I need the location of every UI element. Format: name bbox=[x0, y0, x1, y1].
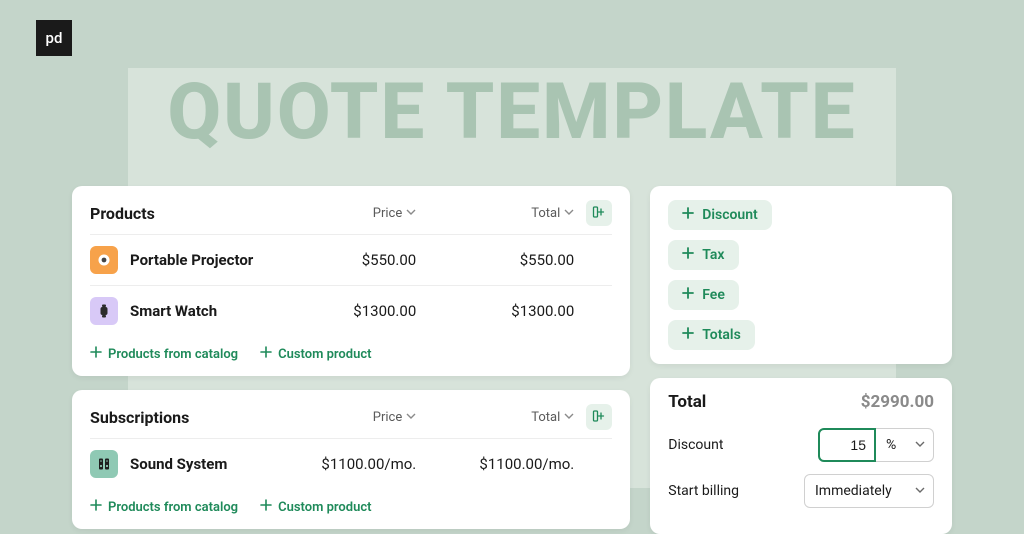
add-discount-button[interactable]: Discount bbox=[668, 200, 772, 230]
discount-input[interactable] bbox=[818, 428, 876, 462]
right-column: Discount Tax Fee Totals Total $2990.00 D… bbox=[650, 186, 952, 534]
products-from-catalog-button[interactable]: Products from catalog bbox=[90, 346, 238, 362]
products-header: Products Price Total bbox=[90, 200, 612, 234]
total-label: Total bbox=[668, 392, 706, 412]
table-row[interactable]: Smart Watch $1300.00 $1300.00 bbox=[90, 285, 612, 336]
subscriptions-total-column[interactable]: Total bbox=[424, 410, 574, 425]
chevron-down-icon bbox=[564, 410, 574, 425]
product-name: Sound System bbox=[130, 455, 227, 473]
chevron-down-icon bbox=[406, 410, 416, 425]
subscriptions-title: Subscriptions bbox=[90, 408, 278, 427]
subscriptions-card: Subscriptions Price Total bbox=[72, 390, 630, 529]
plus-icon bbox=[682, 327, 694, 343]
products-total-column[interactable]: Total bbox=[424, 206, 574, 221]
add-column-button[interactable] bbox=[586, 200, 612, 226]
add-column-icon bbox=[592, 408, 606, 427]
plus-icon bbox=[260, 346, 272, 362]
chevron-down-icon bbox=[564, 206, 574, 221]
plus-icon bbox=[90, 346, 102, 362]
table-row[interactable]: Sound System $1100.00/mo. $1100.00/mo. bbox=[90, 438, 612, 489]
add-totals-button[interactable]: Totals bbox=[668, 320, 755, 350]
total-value: $2990.00 bbox=[861, 392, 934, 412]
start-billing-label: Start billing bbox=[668, 483, 739, 499]
subscriptions-price-column[interactable]: Price bbox=[286, 410, 416, 425]
table-row[interactable]: Portable Projector $550.00 $550.00 bbox=[90, 234, 612, 285]
total-card: Total $2990.00 Discount % Start billing … bbox=[650, 378, 952, 534]
plus-icon bbox=[682, 247, 694, 263]
discount-unit-select[interactable]: % bbox=[876, 428, 934, 462]
brand-logo: pd bbox=[36, 20, 72, 56]
projector-icon bbox=[90, 246, 118, 274]
total-line: Total $2990.00 bbox=[668, 392, 934, 412]
add-fee-button[interactable]: Fee bbox=[668, 280, 739, 310]
custom-product-button[interactable]: Custom product bbox=[260, 499, 371, 515]
brand-logo-text: pd bbox=[46, 29, 63, 47]
main-layout: Products Price Total bbox=[72, 186, 952, 534]
add-tax-button[interactable]: Tax bbox=[668, 240, 738, 270]
summary-add-card: Discount Tax Fee Totals bbox=[650, 186, 952, 364]
products-price-column[interactable]: Price bbox=[286, 206, 416, 221]
discount-label: Discount bbox=[668, 437, 723, 453]
plus-icon bbox=[90, 499, 102, 515]
plus-icon bbox=[682, 207, 694, 223]
product-total: $1100.00/mo. bbox=[424, 455, 574, 473]
left-column: Products Price Total bbox=[72, 186, 630, 534]
product-price: $550.00 bbox=[286, 251, 416, 269]
add-column-icon bbox=[592, 204, 606, 223]
banner-title: QUOTE TEMPLATE bbox=[128, 74, 896, 152]
products-card: Products Price Total bbox=[72, 186, 630, 376]
product-price: $1300.00 bbox=[286, 302, 416, 320]
plus-icon bbox=[260, 499, 272, 515]
chevron-down-icon bbox=[915, 483, 925, 499]
products-title: Products bbox=[90, 204, 278, 223]
product-total: $1300.00 bbox=[424, 302, 574, 320]
add-column-button[interactable] bbox=[586, 404, 612, 430]
product-name: Portable Projector bbox=[130, 251, 253, 269]
product-name: Smart Watch bbox=[130, 302, 217, 320]
custom-product-button[interactable]: Custom product bbox=[260, 346, 371, 362]
start-billing-select[interactable]: Immediately bbox=[804, 474, 934, 508]
watch-icon bbox=[90, 297, 118, 325]
plus-icon bbox=[682, 287, 694, 303]
speaker-icon bbox=[90, 450, 118, 478]
discount-row: Discount % bbox=[668, 428, 934, 462]
start-billing-row: Start billing Immediately bbox=[668, 474, 934, 508]
subscriptions-header: Subscriptions Price Total bbox=[90, 404, 612, 438]
products-from-catalog-button[interactable]: Products from catalog bbox=[90, 499, 238, 515]
product-total: $550.00 bbox=[424, 251, 574, 269]
chevron-down-icon bbox=[406, 206, 416, 221]
subscriptions-actions: Products from catalog Custom product bbox=[90, 489, 612, 515]
product-price: $1100.00/mo. bbox=[286, 455, 416, 473]
chevron-down-icon bbox=[915, 437, 925, 453]
products-actions: Products from catalog Custom product bbox=[90, 336, 612, 362]
